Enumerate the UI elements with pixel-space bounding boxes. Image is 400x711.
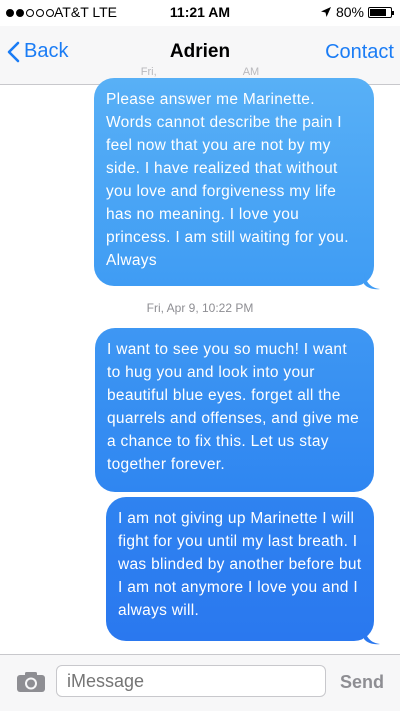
contact-button[interactable]: Contact bbox=[325, 41, 394, 64]
status-bar: AT&T LTE 11:21 AM 80% bbox=[0, 0, 400, 26]
bubble-tail-icon bbox=[364, 272, 380, 290]
message-bubble: Please answer me Marinette. Words cannot… bbox=[94, 78, 374, 286]
navigation-bar: Back Fri, AM Adrien Contact bbox=[0, 26, 400, 85]
battery-icon bbox=[368, 6, 394, 18]
imessage-input[interactable] bbox=[56, 665, 326, 697]
camera-icon[interactable] bbox=[16, 671, 46, 693]
message-bubble: I want to see you so much! I want to hug… bbox=[95, 328, 374, 492]
send-button[interactable]: Send bbox=[340, 672, 384, 693]
bubble-tail-icon bbox=[364, 627, 380, 645]
location-arrow-icon bbox=[320, 7, 331, 17]
conversation-date-faded: Fri, AM bbox=[140, 66, 260, 78]
message-timestamp: Fri, Apr 9, 10:22 PM bbox=[146, 301, 254, 315]
message-bubble: I am not giving up Marinette I will figh… bbox=[106, 497, 374, 641]
battery-percent: 80% bbox=[335, 4, 364, 20]
message-input-bar: Send bbox=[0, 654, 400, 711]
